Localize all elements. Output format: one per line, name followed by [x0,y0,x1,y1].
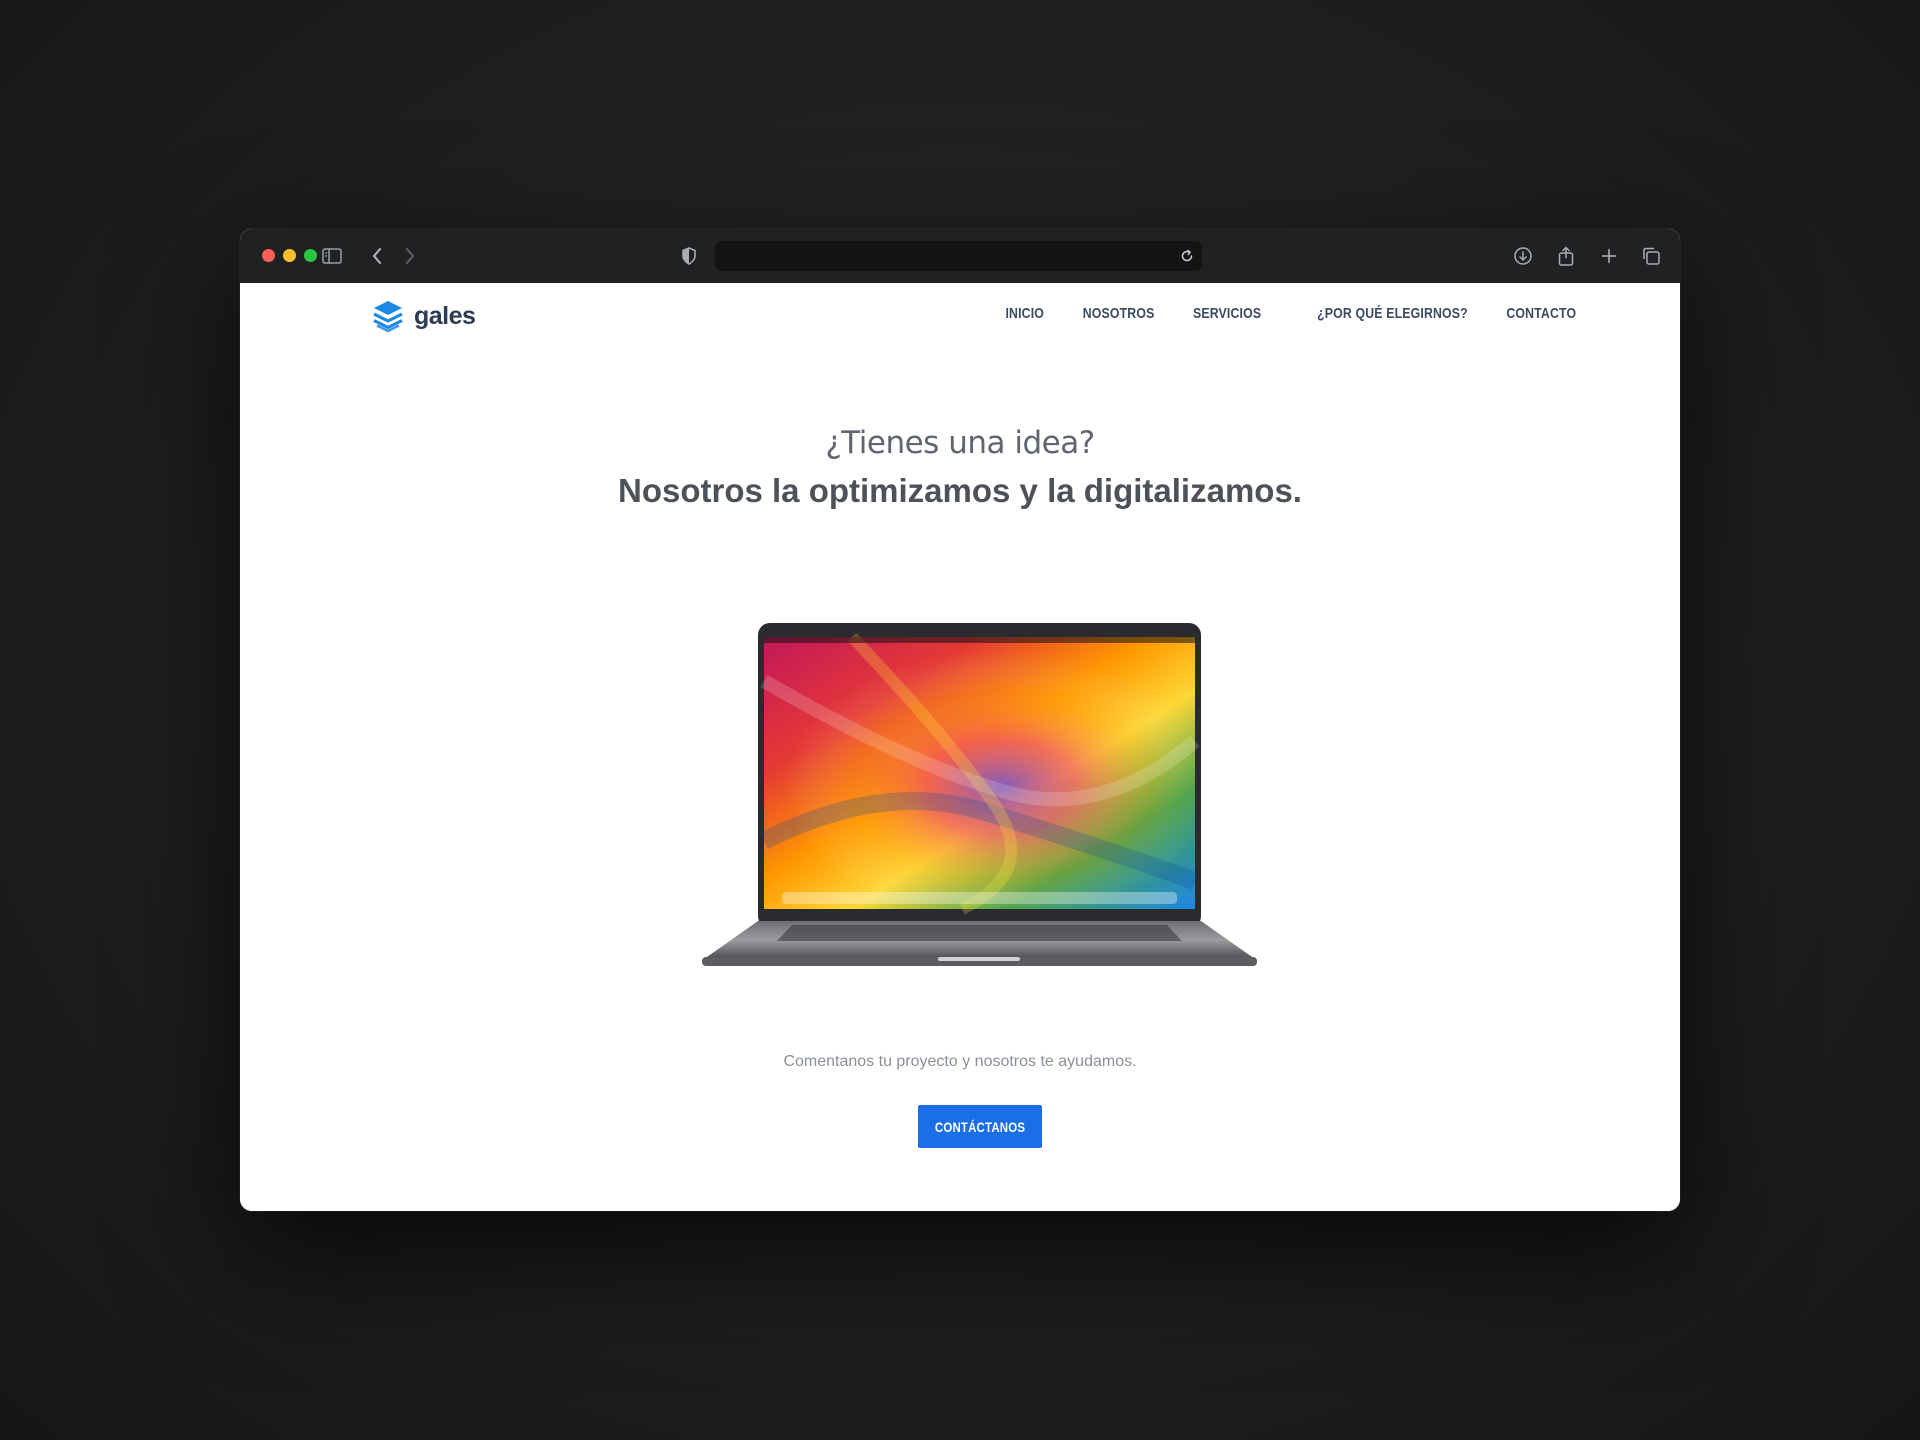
shield-icon[interactable] [678,245,700,267]
tabs-overview-icon[interactable] [1640,245,1662,267]
contact-button[interactable]: Contáctanos [918,1105,1042,1148]
minimize-window-button[interactable] [283,249,296,262]
new-tab-icon[interactable] [1598,245,1620,267]
sidebar-icon[interactable] [321,245,343,267]
reload-icon[interactable] [1178,247,1196,265]
close-window-button[interactable] [262,249,275,262]
web-page: gales Inicio Nosotros Servicios ¿Por qué… [240,283,1680,1211]
layers-logo-icon [373,301,403,333]
main-nav: Inicio Nosotros Servicios ¿Por qué elegi… [997,305,1576,322]
contact-button-label: Contáctanos [934,1118,1026,1135]
back-icon[interactable] [366,245,388,267]
hero-title: Nosotros la optimizamos y la digitalizam… [618,472,1302,509]
nav-item-nosotros[interactable]: Nosotros [1083,305,1155,322]
cta-description: Comentanos tu proyecto y nosotros te ayu… [783,1053,1137,1070]
laptop-image [702,623,1257,966]
browser-toolbar [240,229,1680,284]
forward-icon[interactable] [399,245,421,267]
zoom-window-button[interactable] [304,249,317,262]
address-bar[interactable] [715,241,1202,271]
nav-item-contacto[interactable]: Contacto [1506,305,1576,322]
site-logo[interactable]: gales [372,299,476,333]
browser-window: gales Inicio Nosotros Servicios ¿Por qué… [240,229,1680,1211]
logo-text: gales [414,301,476,330]
nav-item-por-que-elegirnos[interactable]: ¿Por qué elegirnos? [1317,305,1468,322]
hero-subtitle: ¿Tienes una idea? [825,425,1095,461]
nav-item-servicios[interactable]: Servicios [1193,305,1261,322]
nav-item-inicio[interactable]: Inicio [1006,305,1045,322]
download-icon[interactable] [1512,245,1534,267]
share-icon[interactable] [1555,245,1577,267]
